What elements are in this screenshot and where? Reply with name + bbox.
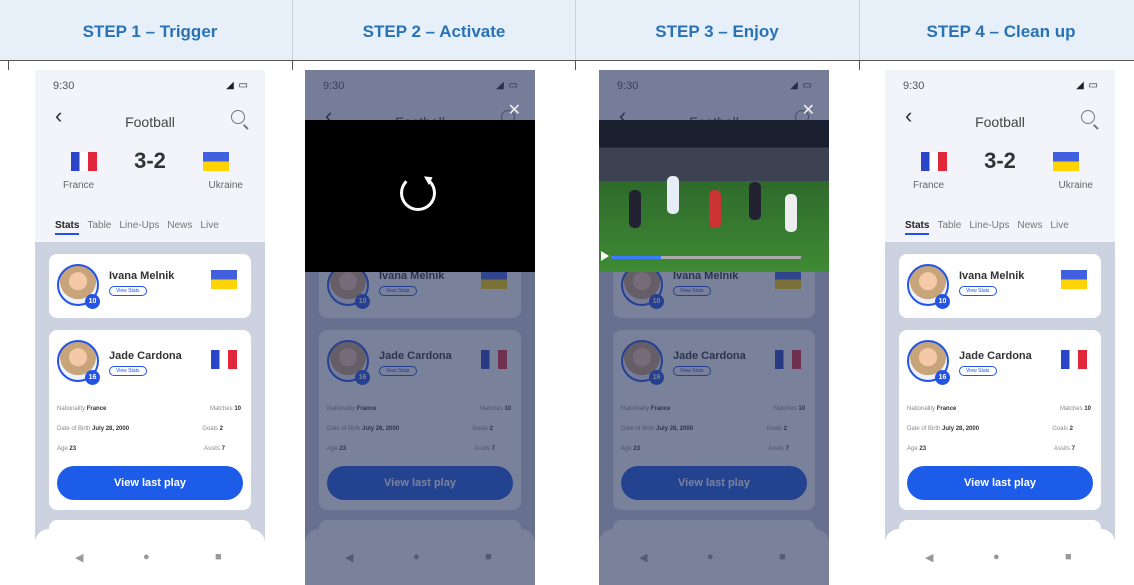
play-icon[interactable] xyxy=(601,251,609,261)
search-icon[interactable] xyxy=(231,110,245,124)
view-last-play-button[interactable]: View last play xyxy=(907,466,1093,500)
android-nav-bar: ◀ ● ■ xyxy=(885,529,1115,585)
tab-bar: Stats Table Line-Ups News Live xyxy=(55,220,219,235)
player-card[interactable]: 10 Ivana Melnik View Stats xyxy=(49,254,251,318)
view-stats-button[interactable]: View Stats xyxy=(959,286,997,296)
home-team: France xyxy=(63,180,95,191)
nationality-info: Nationality France xyxy=(57,406,107,412)
ukraine-flag xyxy=(211,270,237,289)
player-figure xyxy=(709,190,721,228)
away-team: Ukraine xyxy=(1058,180,1093,191)
tick xyxy=(575,60,576,70)
tab-live[interactable]: Live xyxy=(200,220,218,235)
matches-info: Matches 10 xyxy=(1059,406,1091,412)
back-nav-icon[interactable]: ◀ xyxy=(925,551,933,564)
view-stats-button[interactable]: View Stats xyxy=(109,366,147,376)
step-title: STEP 1 – Trigger xyxy=(82,22,218,41)
france-flag xyxy=(1061,350,1087,369)
away-team: Ukraine xyxy=(208,180,243,191)
phone-screen: 9:30 ◢ ▭ ‹ Football 3-2 France Ukraine S… xyxy=(305,70,535,585)
player-number: 16 xyxy=(85,370,100,385)
tick xyxy=(292,60,293,70)
ukraine-flag xyxy=(1053,152,1079,171)
tick xyxy=(859,60,860,70)
view-stats-button[interactable]: View Stats xyxy=(959,366,997,376)
tab-lineups[interactable]: Line-Ups xyxy=(969,220,1009,235)
player-name: Jade Cardona xyxy=(959,350,1032,362)
player-figure xyxy=(629,190,641,228)
player-figure xyxy=(785,194,797,232)
tab-table[interactable]: Table xyxy=(937,220,961,235)
player-figure xyxy=(667,176,679,214)
status-time: 9:30 xyxy=(903,80,925,92)
battery-icon: ◢ ▭ xyxy=(1076,80,1099,91)
player-name: Ivana Melnik xyxy=(109,270,175,282)
tab-news[interactable]: News xyxy=(1017,220,1042,235)
dob-info: Date of Birth July 28, 2000 xyxy=(907,426,980,432)
tab-stats[interactable]: Stats xyxy=(55,220,80,235)
step-title: STEP 2 – Activate xyxy=(362,22,506,41)
phone-screen: 9:30 ◢ ▭ ‹ Football 3-2 France Ukraine S… xyxy=(35,70,265,585)
nationality-info: Nationality France xyxy=(907,406,957,412)
match-score: 3-2 xyxy=(984,148,1016,173)
tab-lineups[interactable]: Line-Ups xyxy=(119,220,159,235)
close-icon[interactable]: ✕ xyxy=(508,100,521,120)
home-nav-icon[interactable]: ● xyxy=(993,551,1000,563)
assists-info: Assits 7 xyxy=(1053,446,1075,452)
view-stats-button[interactable]: View Stats xyxy=(109,286,147,296)
home-team: France xyxy=(913,180,945,191)
player-number: 16 xyxy=(935,370,950,385)
phone-screen: 9:30 ◢ ▭ ‹ Football 3-2 France Ukraine S… xyxy=(599,70,829,585)
dob-info: Date of Birth July 28, 2000 xyxy=(57,426,130,432)
goals-info: Goals 2 xyxy=(202,426,223,432)
home-nav-icon[interactable]: ● xyxy=(143,551,150,563)
search-icon[interactable] xyxy=(1081,110,1095,124)
battery-icon: ◢ ▭ xyxy=(226,80,249,91)
step-title: STEP 3 – Enjoy xyxy=(655,22,779,41)
back-nav-icon[interactable]: ◀ xyxy=(75,551,83,564)
player-card-expanded[interactable]: 16 Jade Cardona View Stats Nationality F… xyxy=(899,330,1101,510)
age-info: Age 23 xyxy=(57,446,77,452)
france-flag xyxy=(211,350,237,369)
player-number: 10 xyxy=(85,294,100,309)
age-info: Age 23 xyxy=(907,446,927,452)
player-number: 10 xyxy=(935,294,950,309)
phone-screen: 9:30 ◢ ▭ ‹ Football 3-2 France Ukraine S… xyxy=(885,70,1115,585)
matches-info: Matches 10 xyxy=(209,406,241,412)
tab-bar: Stats Table Line-Ups News Live xyxy=(905,220,1069,235)
match-score: 3-2 xyxy=(134,148,166,173)
reload-icon xyxy=(400,175,436,211)
goals-info: Goals 2 xyxy=(1052,426,1073,432)
video-player[interactable] xyxy=(599,120,829,272)
assists-info: Assits 7 xyxy=(203,446,225,452)
tab-table[interactable]: Table xyxy=(87,220,111,235)
player-name: Jade Cardona xyxy=(109,350,182,362)
status-time: 9:30 xyxy=(53,80,75,92)
step-title: STEP 4 – Clean up xyxy=(926,22,1076,41)
tab-news[interactable]: News xyxy=(167,220,192,235)
player-figure xyxy=(749,182,761,220)
player-card-expanded[interactable]: 16 Jade Cardona View Stats Nationality F… xyxy=(49,330,251,510)
ukraine-flag xyxy=(1061,270,1087,289)
video-loading xyxy=(305,120,535,272)
tab-live[interactable]: Live xyxy=(1050,220,1068,235)
tick xyxy=(8,60,9,70)
player-name: Ivana Melnik xyxy=(959,270,1025,282)
ukraine-flag xyxy=(203,152,229,171)
player-card[interactable]: 10 Ivana Melnik View Stats xyxy=(899,254,1101,318)
close-icon[interactable]: ✕ xyxy=(802,100,815,120)
recents-nav-icon[interactable]: ■ xyxy=(1065,551,1072,563)
view-last-play-button[interactable]: View last play xyxy=(57,466,243,500)
android-nav-bar: ◀ ● ■ xyxy=(35,529,265,585)
recents-nav-icon[interactable]: ■ xyxy=(215,551,222,563)
video-progress-fill xyxy=(611,256,661,259)
tab-stats[interactable]: Stats xyxy=(905,220,930,235)
divider xyxy=(0,60,1134,61)
